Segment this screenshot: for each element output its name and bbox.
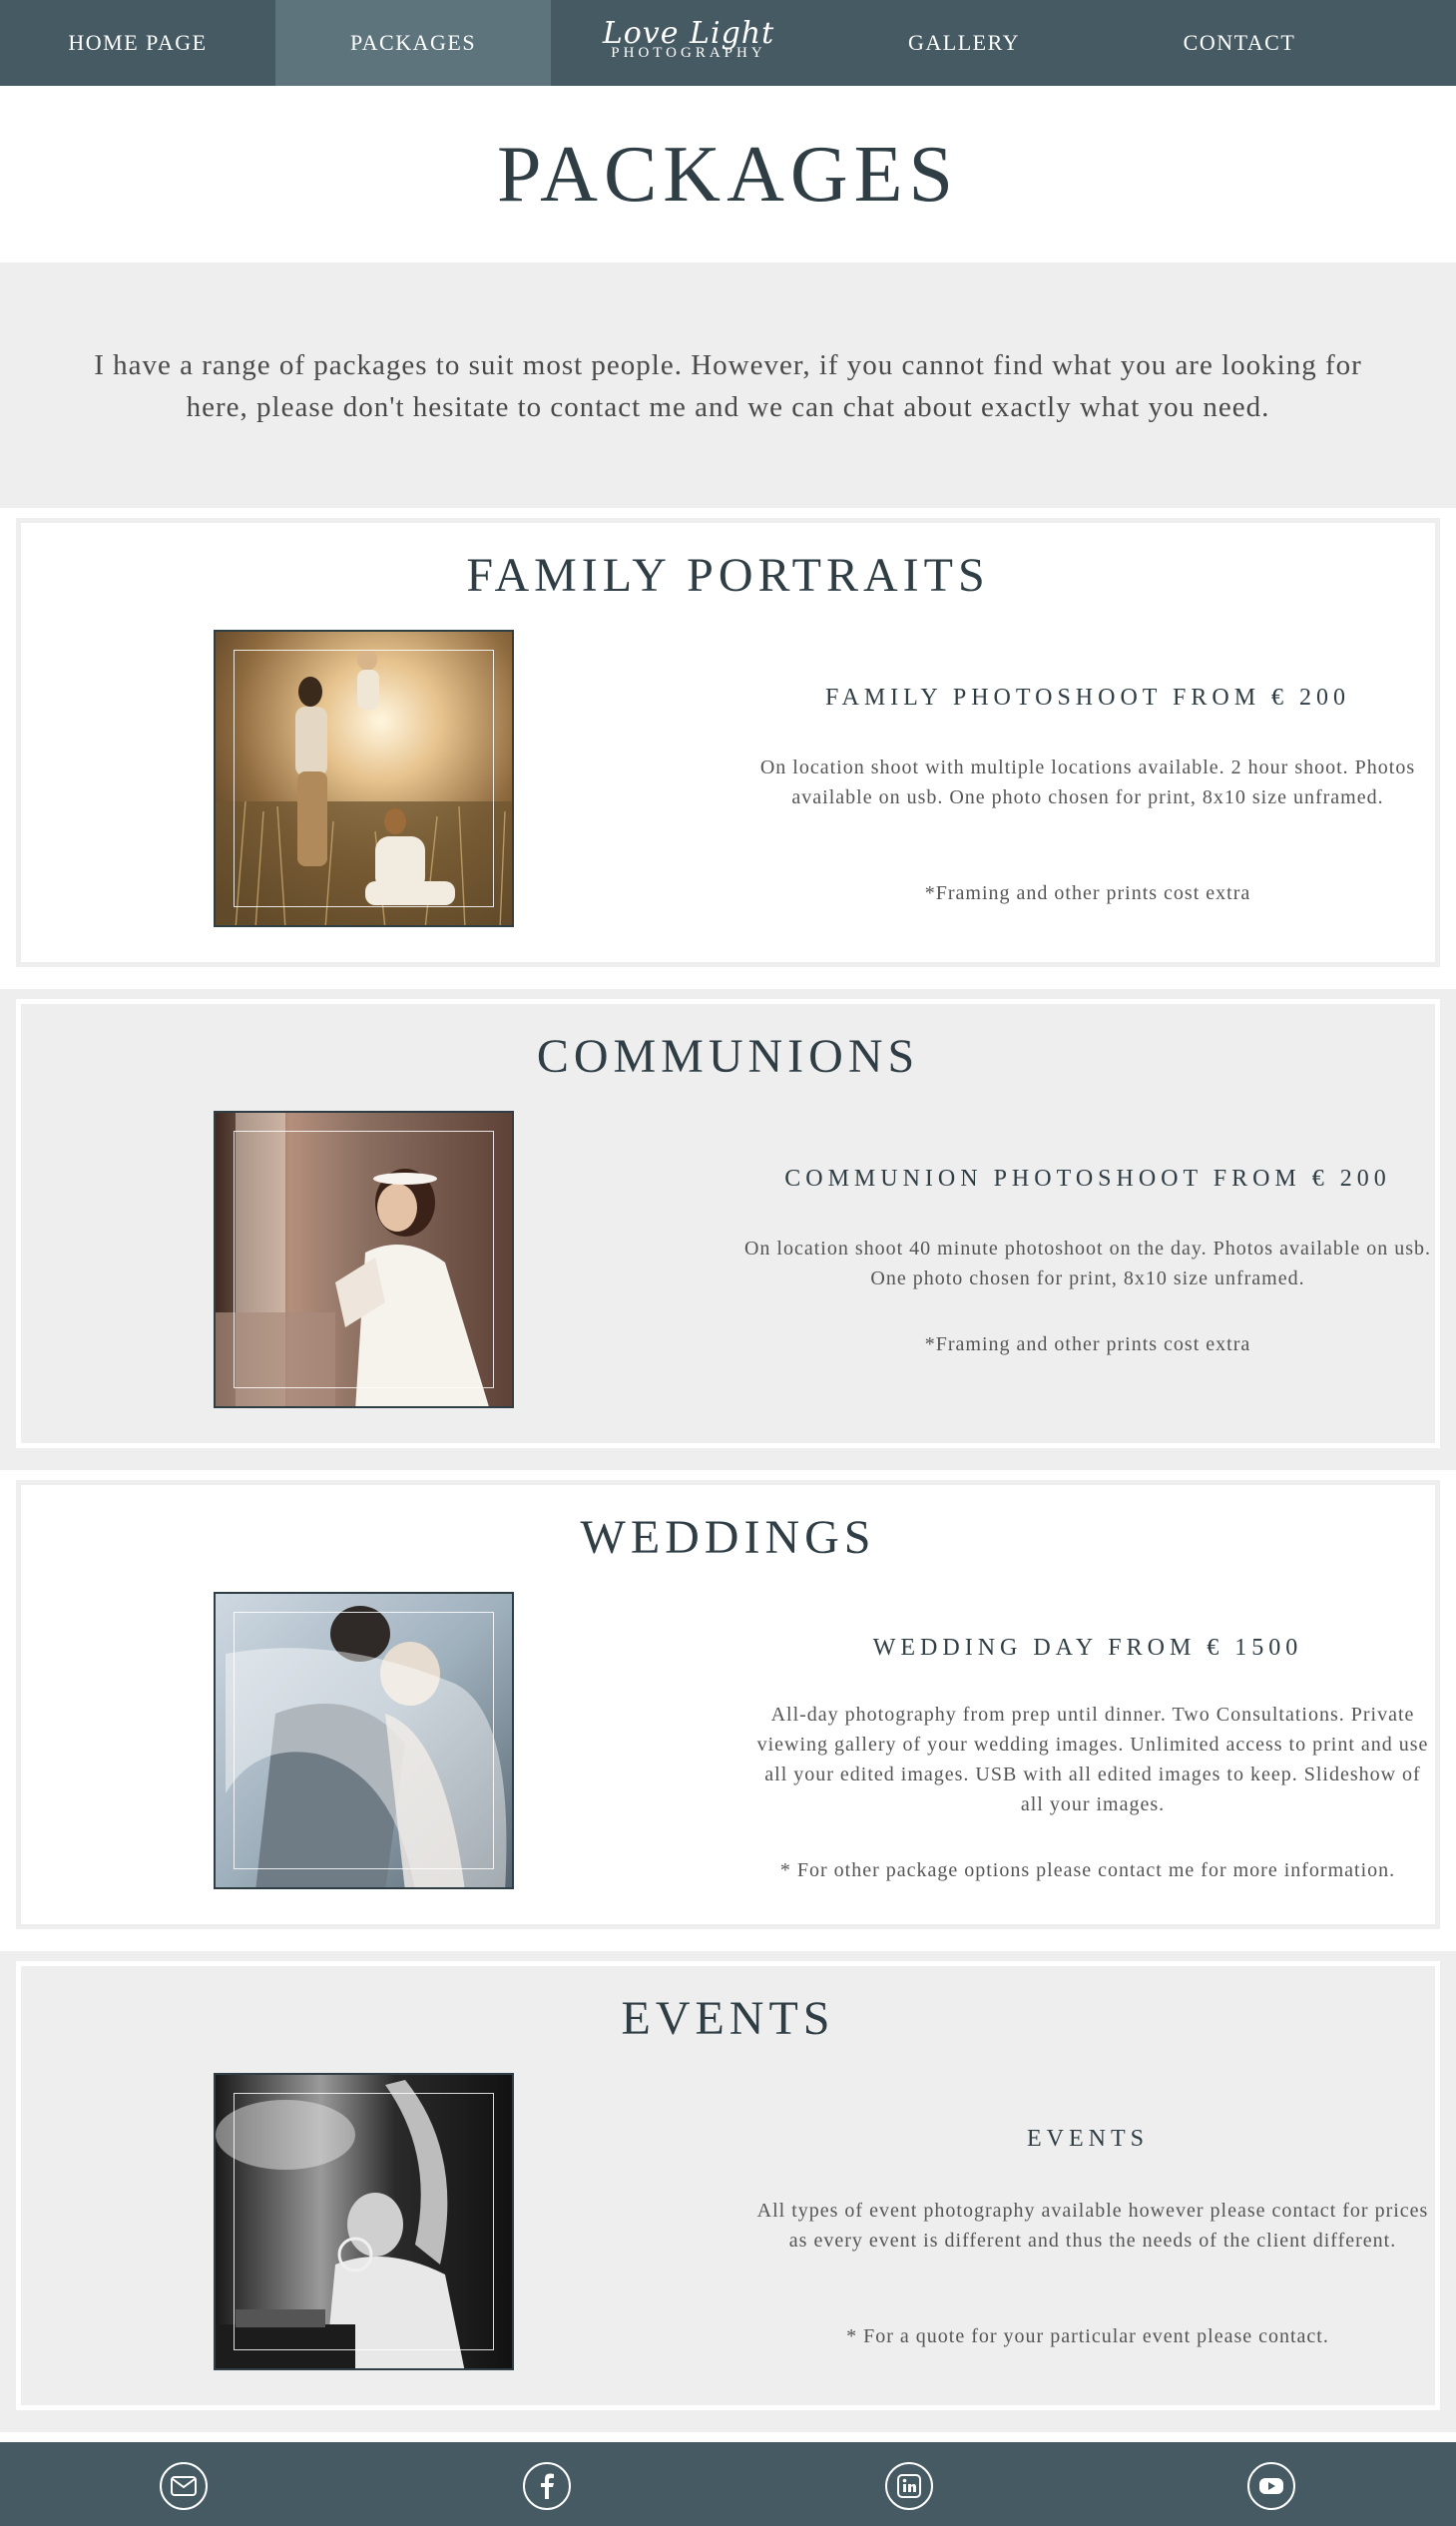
package-title: FAMILY PHOTOSHOOT FROM € 200 bbox=[824, 685, 1351, 711]
youtube-icon[interactable] bbox=[1247, 2462, 1295, 2510]
footer bbox=[0, 2442, 1456, 2526]
package-description: On location shoot with multiple location… bbox=[759, 757, 1416, 808]
intro-band: I have a range of packages to suit most … bbox=[0, 262, 1456, 508]
photo-inner-frame bbox=[234, 1612, 494, 1869]
section-family-portraits: FAMILY PORTRAITS FAMILY PHOTOSHOOT FROM … bbox=[0, 508, 1456, 989]
nav-gallery[interactable]: GALLERY bbox=[826, 0, 1102, 86]
facebook-icon[interactable] bbox=[523, 2462, 571, 2510]
site-logo[interactable]: Love Light PHOTOGRAPHY bbox=[551, 0, 826, 86]
package-description: All-day photography from prep until dinn… bbox=[756, 1704, 1429, 1815]
package-note: * For other package options please conta… bbox=[779, 1859, 1396, 1881]
photo-inner-frame bbox=[234, 2093, 494, 2350]
logo-subtitle: PHOTOGRAPHY bbox=[611, 44, 766, 61]
package-description: On location shoot 40 minute photoshoot o… bbox=[743, 1238, 1432, 1289]
linkedin-icon[interactable] bbox=[885, 2462, 933, 2510]
photo-inner-frame bbox=[234, 650, 494, 907]
section-weddings: WEDDINGS WEDDING DAY FROM € 1500 All-day… bbox=[0, 1470, 1456, 1951]
nav-contact[interactable]: CONTACT bbox=[1102, 0, 1377, 86]
package-description: All types of event photography available… bbox=[756, 2200, 1429, 2252]
mail-icon[interactable] bbox=[160, 2462, 208, 2510]
section-title: COMMUNIONS bbox=[536, 1030, 920, 1083]
package-title: WEDDING DAY FROM € 1500 bbox=[872, 1635, 1303, 1661]
communion-photo bbox=[214, 1111, 514, 1408]
top-nav: HOME PAGE PACKAGES Love Light PHOTOGRAPH… bbox=[0, 0, 1456, 86]
page-title: PACKAGES bbox=[497, 131, 959, 219]
package-title: COMMUNION PHOTOSHOOT FROM € 200 bbox=[784, 1166, 1391, 1192]
intro-text: I have a range of packages to suit most … bbox=[94, 349, 1362, 423]
family-photo bbox=[214, 630, 514, 927]
photo-inner-frame bbox=[234, 1131, 494, 1388]
package-note: *Framing and other prints cost extra bbox=[924, 882, 1251, 904]
section-events: EVENTS EVENTS All types of event photogr… bbox=[0, 1951, 1456, 2432]
section-title: WEDDINGS bbox=[580, 1511, 876, 1564]
section-title: FAMILY PORTRAITS bbox=[466, 549, 990, 602]
package-note: * For a quote for your particular event … bbox=[846, 2325, 1329, 2347]
section-communions: COMMUNIONS COMMUNION PHOTOSHOOT FROM € 2… bbox=[0, 989, 1456, 1470]
wedding-photo bbox=[214, 1592, 514, 1889]
package-title: EVENTS bbox=[1027, 2126, 1149, 2152]
section-title: EVENTS bbox=[621, 1992, 835, 2045]
nav-home-page[interactable]: HOME PAGE bbox=[0, 0, 275, 86]
events-photo bbox=[214, 2073, 514, 2370]
package-note: *Framing and other prints cost extra bbox=[924, 1333, 1251, 1355]
nav-packages[interactable]: PACKAGES bbox=[275, 0, 551, 86]
